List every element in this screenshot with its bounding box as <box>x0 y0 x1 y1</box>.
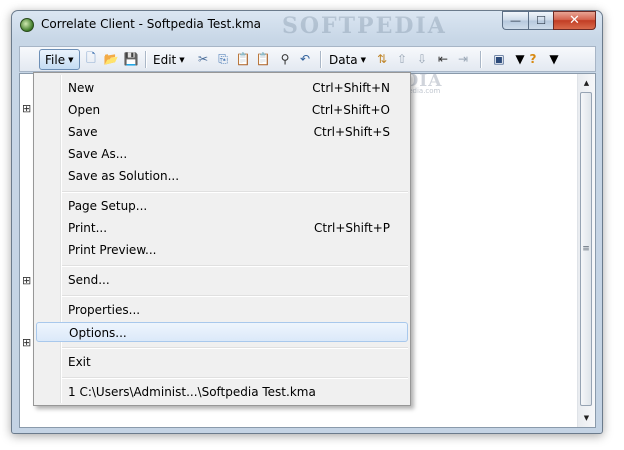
indent-icon[interactable]: ⇤ <box>436 52 450 66</box>
menu-item-label: Open <box>68 103 101 117</box>
toolbar-separator <box>145 51 147 68</box>
menu-item-save-as-solution[interactable]: Save as Solution... <box>36 166 408 186</box>
menu-item-shortcut: Ctrl+Shift+P <box>314 221 390 235</box>
menu-item-shortcut: Ctrl+Shift+S <box>313 125 390 139</box>
cut-icon[interactable]: ✂ <box>196 52 210 66</box>
open-folder-icon[interactable]: 📂 <box>104 52 119 66</box>
menu-item-shortcut: Ctrl+Shift+O <box>311 103 390 117</box>
menu-item-page-setup[interactable]: Page Setup... <box>36 196 408 216</box>
menu-item-label: 1 C:\Users\Administ...\Softpedia Test.km… <box>68 385 316 399</box>
maximize-button[interactable]: ☐ <box>528 11 553 30</box>
menu-item-label: Save <box>68 125 98 139</box>
file-menu-label: File <box>45 52 66 67</box>
menu-item-label: Page Setup... <box>68 199 148 213</box>
menu-item-label: Save as Solution... <box>68 169 180 183</box>
scroll-down-icon[interactable]: ▼ <box>578 409 595 426</box>
dropdown-arrow-icon: ▼ <box>179 56 185 64</box>
minimize-button[interactable]: — <box>502 11 528 30</box>
menu-item-exit[interactable]: Exit <box>36 352 408 372</box>
app-logo-icon[interactable] <box>20 18 34 32</box>
menu-item-label: Exit <box>68 355 91 369</box>
file-menu-button[interactable]: File ▼ <box>39 49 80 70</box>
close-button[interactable]: ✕ <box>553 11 596 30</box>
menu-separator <box>62 295 408 297</box>
title-bar[interactable]: Correlate Client - Softpedia Test.kma SO… <box>12 11 602 41</box>
menu-item-print-preview[interactable]: Print Preview... <box>36 240 408 260</box>
menu-separator <box>62 347 408 349</box>
dropdown-arrow-icon: ▼ <box>360 56 367 64</box>
menu-item-options[interactable]: Options... <box>36 322 408 342</box>
menu-item-open[interactable]: Open Ctrl+Shift+O <box>36 100 408 120</box>
expand-node-icon[interactable]: ⊞ <box>22 336 31 349</box>
dropdown-arrow-icon: ▼ <box>68 55 74 64</box>
menu-separator <box>62 265 408 267</box>
expand-node-icon[interactable]: ⊞ <box>22 274 31 287</box>
menu-separator <box>62 191 408 193</box>
menu-item-send[interactable]: Send... <box>36 270 408 290</box>
dropdown-arrow-icon[interactable]: ▼ <box>547 52 561 66</box>
caption-buttons: — ☐ ✕ <box>502 11 596 31</box>
layout-icon[interactable]: ▣ <box>492 52 506 66</box>
watermark-title: SOFTPEDIA <box>282 13 447 39</box>
expand-node-icon[interactable]: ⊞ <box>22 102 31 115</box>
menu-item-label: Save As... <box>68 147 128 161</box>
menu-separator <box>62 377 408 379</box>
edit-menu-label: Edit <box>153 53 177 67</box>
menu-item-label: Print Preview... <box>68 243 157 257</box>
find-binoculars-icon[interactable]: ⚲ <box>278 52 292 66</box>
toolbar-separator <box>480 51 482 68</box>
menu-item-label: New <box>68 81 95 95</box>
menu-item-print[interactable]: Print... Ctrl+Shift+P <box>36 218 408 238</box>
move-down-icon[interactable]: ⇩ <box>415 52 429 66</box>
data-menu-button[interactable]: Data ▼ <box>329 50 366 70</box>
menu-item-label: Send... <box>68 273 110 287</box>
menu-item-new[interactable]: New Ctrl+Shift+N <box>36 78 408 98</box>
sort-icon[interactable]: ⇅ <box>375 52 389 66</box>
paste-icon[interactable]: 📋 <box>236 52 251 66</box>
menu-item-recent-file[interactable]: 1 C:\Users\Administ...\Softpedia Test.km… <box>36 382 408 402</box>
new-document-icon[interactable]: 🗋 <box>84 51 98 66</box>
menu-item-shortcut: Ctrl+Shift+N <box>312 81 390 95</box>
save-disk-icon[interactable]: 💾 <box>124 52 139 66</box>
outdent-icon[interactable]: ⇥ <box>456 52 470 66</box>
move-up-icon[interactable]: ⇧ <box>395 52 409 66</box>
maximize-icon: ☐ <box>536 14 546 27</box>
scroll-up-icon[interactable]: ▲ <box>578 74 595 91</box>
close-icon: ✕ <box>569 13 580 28</box>
help-icon[interactable]: ? <box>526 52 540 66</box>
edit-menu-button[interactable]: Edit ▼ <box>153 50 185 70</box>
dropdown-arrow-icon[interactable]: ▼ <box>513 52 527 66</box>
undo-icon[interactable]: ↶ <box>298 52 312 66</box>
menu-item-label: Print... <box>68 221 108 235</box>
scroll-thumb[interactable]: ≡ <box>580 92 592 406</box>
menu-item-save-as[interactable]: Save As... <box>36 144 408 164</box>
menu-item-save[interactable]: Save Ctrl+Shift+S <box>36 122 408 142</box>
copy-icon[interactable]: ⎘ <box>216 52 230 66</box>
paste-special-icon[interactable]: 📋 <box>256 52 271 66</box>
vertical-scrollbar[interactable]: ▲ ≡ ▼ <box>577 74 595 427</box>
grip-icon: ≡ <box>582 244 590 254</box>
menu-item-label: Properties... <box>68 303 141 317</box>
menu-item-label: Options... <box>69 326 127 340</box>
window-title: Correlate Client - Softpedia Test.kma <box>41 17 262 31</box>
menu-item-properties[interactable]: Properties... <box>36 300 408 320</box>
toolbar: File ▼ 🗋 📂 💾 Edit ▼ ✂ ⎘ 📋 📋 ⚲ ↶ Data ▼ ⇅… <box>19 46 596 72</box>
toolbar-separator <box>320 51 322 68</box>
minimize-icon: — <box>510 14 521 27</box>
data-menu-label: Data <box>329 53 358 67</box>
file-dropdown-menu: New Ctrl+Shift+N Open Ctrl+Shift+O Save Ctr… <box>33 72 411 406</box>
